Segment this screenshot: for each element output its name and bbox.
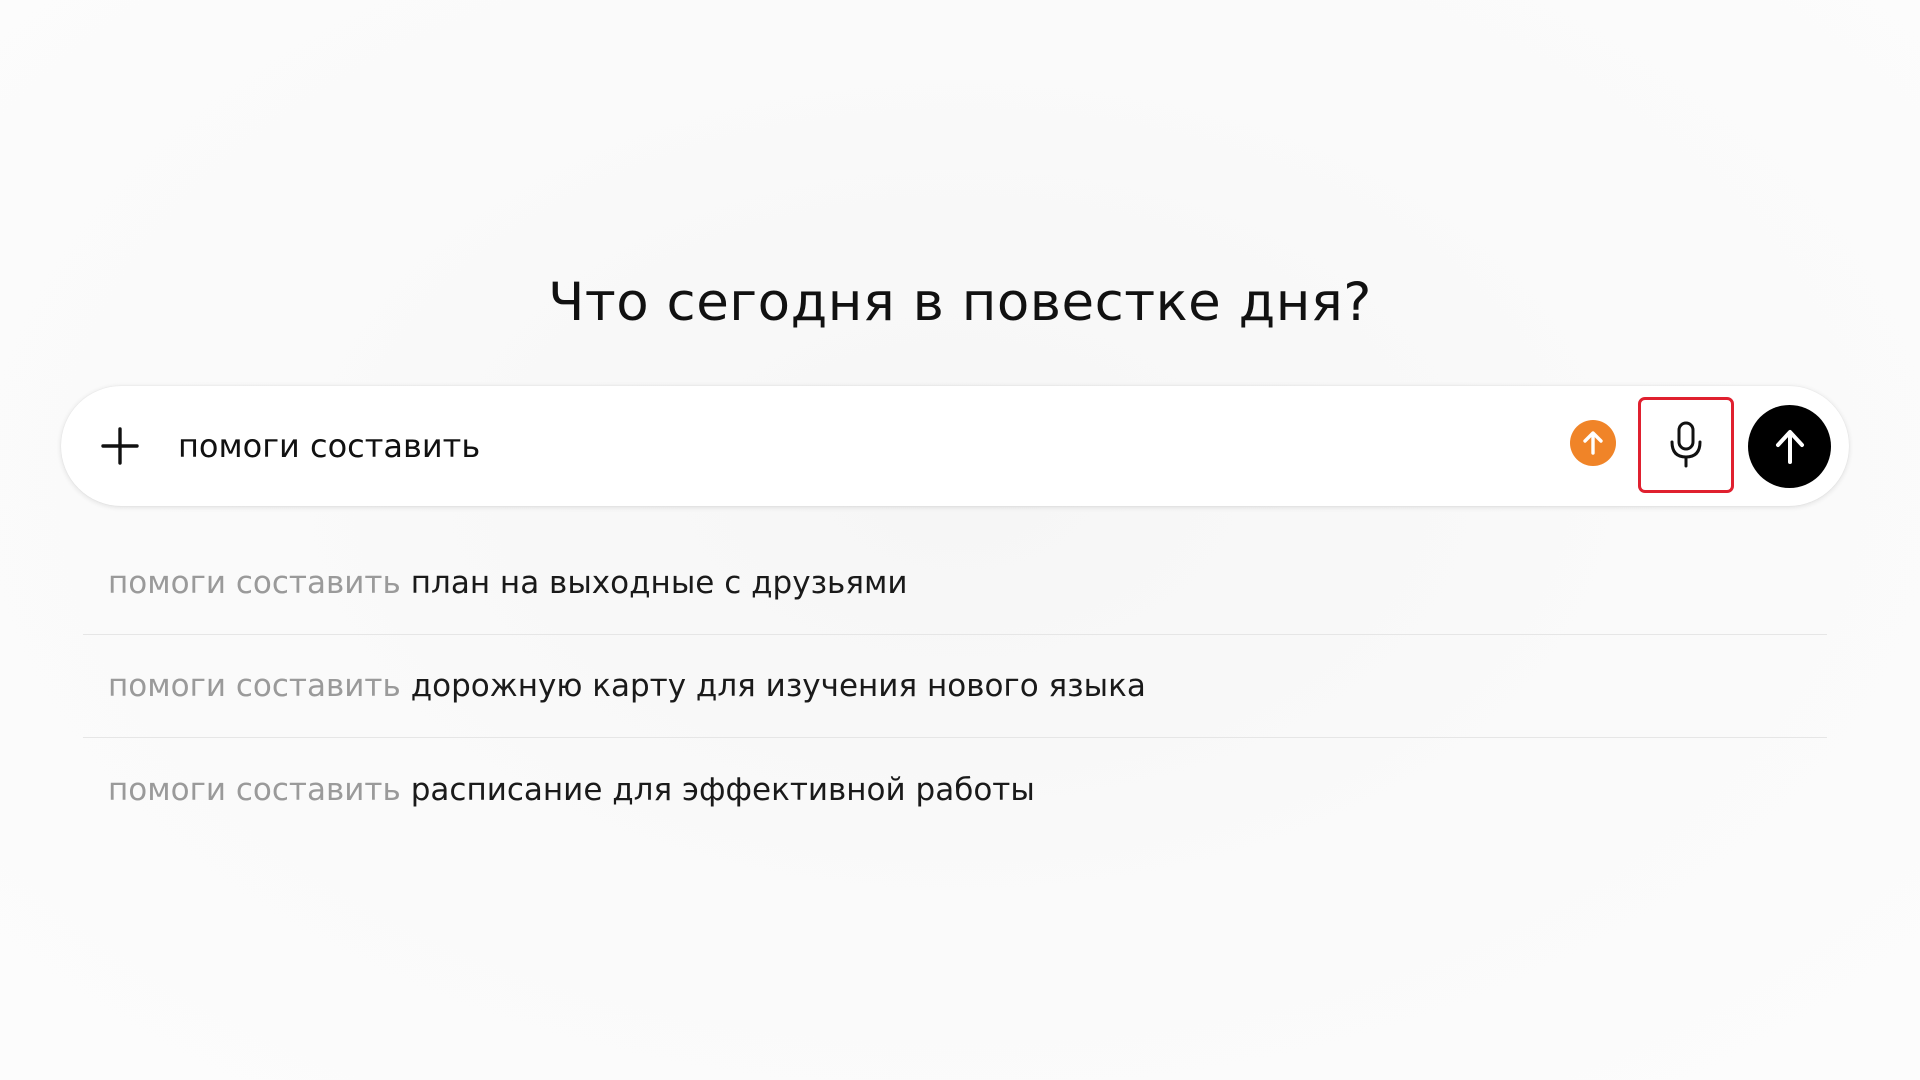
prompt-input[interactable] [178,420,1538,472]
suggestion-prefix: помоги составить [108,668,401,704]
suggestion-item[interactable]: помоги составить план на выходные с друз… [83,532,1827,635]
suggestion-text: расписание для эффективной работы [410,771,1035,808]
microphone-icon [1670,421,1702,468]
suggestion-item[interactable]: помоги составить дорожную карту для изуч… [83,635,1827,738]
suggestion-list: помоги составить план на выходные с друз… [83,532,1827,841]
send-button[interactable] [1748,405,1831,488]
arrow-up-circle-icon[interactable] [1570,420,1616,466]
suggestion-prefix: помоги составить [108,771,401,808]
chat-home-page: Что сегодня в повестке дня? помоги соста… [0,0,1920,1080]
suggestion-text: план на выходные с друзьями [410,565,908,601]
voice-input-button[interactable] [1638,397,1734,493]
suggestion-text: дорожную карту для изучения нового языка [410,668,1146,704]
arrow-up-icon [1775,429,1804,464]
plus-icon [101,427,139,465]
add-attachment-button[interactable] [92,423,148,469]
suggestion-prefix: помоги составить [108,565,401,601]
page-title: Что сегодня в повестке дня? [548,271,1372,333]
suggestion-item[interactable]: помоги составить расписание для эффектив… [83,738,1827,841]
